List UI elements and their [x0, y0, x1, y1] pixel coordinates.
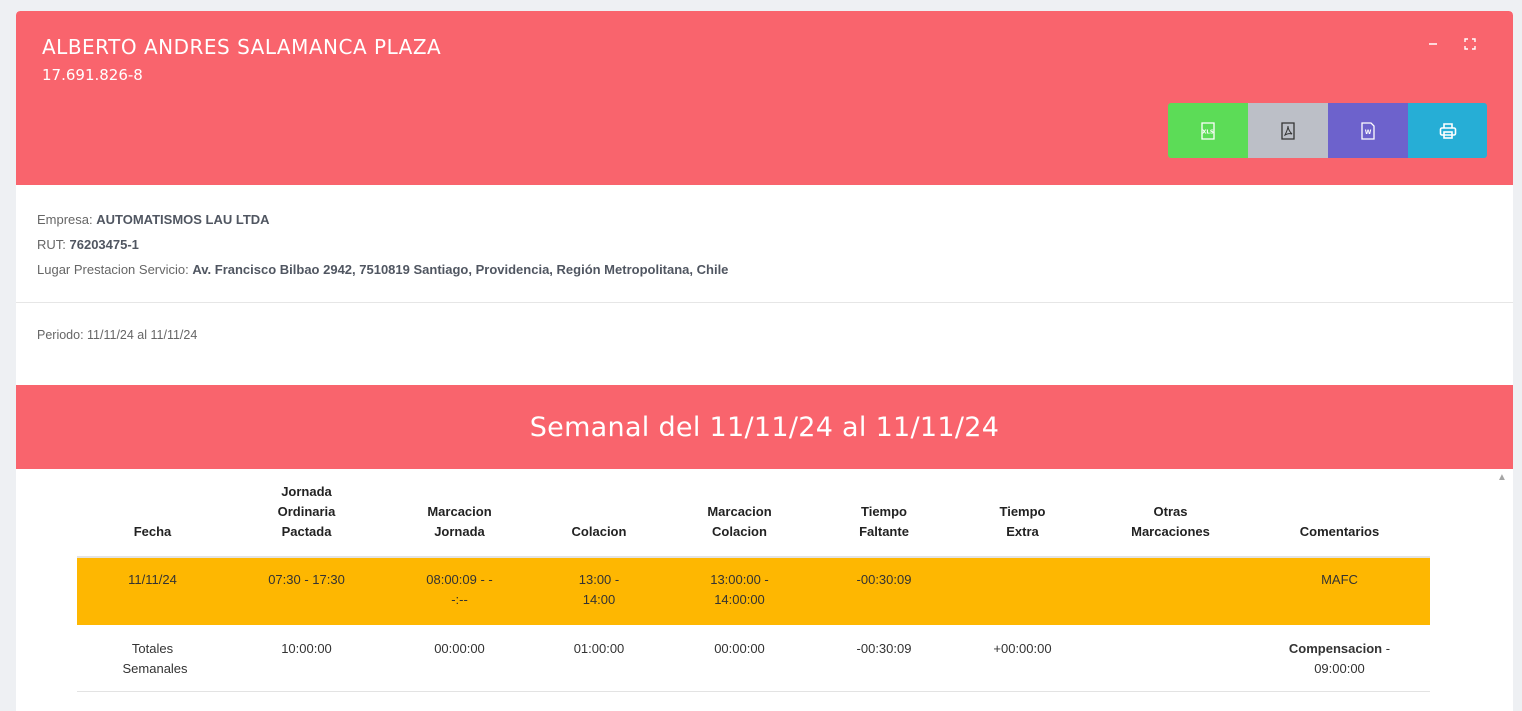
- rut-value: 76203475-1: [69, 237, 139, 252]
- minimize-icon[interactable]: [1425, 37, 1441, 53]
- col-header-marcacion-jornada: Marcacion Jornada: [385, 475, 534, 558]
- xls-icon: XLS: [1201, 121, 1215, 140]
- periodo-text: Periodo: 11/11/24 al 11/11/24: [37, 328, 198, 342]
- total-marcacion-colacion: 00:00:00: [664, 625, 815, 692]
- export-word-button[interactable]: W: [1328, 103, 1408, 158]
- pdf-icon: [1281, 121, 1295, 140]
- export-xls-button[interactable]: XLS: [1168, 103, 1248, 158]
- total-jornada-pactada: 10:00:00: [228, 625, 385, 692]
- svg-text:W: W: [1365, 129, 1372, 136]
- table-header-row: Fecha Jornada Ordinaria Pactada Marcacio…: [77, 475, 1430, 558]
- week-banner: Semanal del 11/11/24 al 11/11/24: [16, 385, 1513, 469]
- rut-label: RUT:: [37, 237, 70, 252]
- totals-label: Totales Semanales: [77, 625, 228, 692]
- company-info: Empresa: AUTOMATISMOS LAU LTDA RUT: 7620…: [37, 207, 728, 282]
- col-header-fecha: Fecha: [77, 475, 228, 558]
- cell-fecha: 11/11/24: [77, 557, 228, 625]
- total-colacion: 01:00:00: [534, 625, 664, 692]
- attendance-table: Fecha Jornada Ordinaria Pactada Marcacio…: [77, 475, 1430, 692]
- totals-row: Totales Semanales 10:00:00 00:00:00 01:0…: [77, 625, 1430, 692]
- print-icon: [1439, 122, 1456, 139]
- cell-colacion: 13:00 - 14:00: [534, 557, 664, 625]
- section-divider: [16, 302, 1513, 303]
- employee-rut: 17.691.826-8: [42, 66, 143, 84]
- lugar-value: Av. Francisco Bilbao 2942, 7510819 Santi…: [192, 262, 729, 277]
- empresa-value: AUTOMATISMOS LAU LTDA: [96, 212, 270, 227]
- word-icon: W: [1361, 121, 1375, 140]
- fullscreen-icon[interactable]: [1462, 37, 1478, 53]
- cell-marcacion-colacion: 13:00:00 - 14:00:00: [664, 557, 815, 625]
- col-header-marcacion-colacion: Marcacion Colacion: [664, 475, 815, 558]
- cell-marcacion-jornada: 08:00:09 - - -:--: [385, 557, 534, 625]
- total-otras-marcaciones: [1092, 625, 1249, 692]
- col-header-comentarios: Comentarios: [1249, 475, 1430, 558]
- col-header-colacion: Colacion: [534, 475, 664, 558]
- employee-header: ALBERTO ANDRES SALAMANCA PLAZA 17.691.82…: [16, 11, 1513, 185]
- cell-tiempo-extra: [953, 557, 1092, 625]
- total-marcacion-jornada: 00:00:00: [385, 625, 534, 692]
- empresa-line: Empresa: AUTOMATISMOS LAU LTDA: [37, 207, 728, 232]
- week-title: Semanal del 11/11/24 al 11/11/24: [529, 411, 1000, 443]
- col-header-otras-marcaciones: Otras Marcaciones: [1092, 475, 1249, 558]
- total-comentarios: Compensacion - 09:00:00: [1249, 625, 1430, 692]
- export-button-group: XLS W: [1168, 103, 1487, 158]
- col-header-jornada-pactada: Jornada Ordinaria Pactada: [228, 475, 385, 558]
- empresa-label: Empresa:: [37, 212, 97, 227]
- lugar-label: Lugar Prestacion Servicio:: [37, 262, 193, 277]
- total-tiempo-faltante: -00:30:09: [815, 625, 953, 692]
- total-tiempo-extra: +00:00:00: [953, 625, 1092, 692]
- compensacion-label: Compensacion: [1288, 641, 1383, 656]
- scroll-up-arrow-icon[interactable]: ▲: [1496, 472, 1508, 484]
- cell-jornada-pactada: 07:30 - 17:30: [228, 557, 385, 625]
- rut-line: RUT: 76203475-1: [37, 232, 728, 257]
- cell-tiempo-faltante: -00:30:09: [815, 557, 953, 625]
- attendance-card: ALBERTO ANDRES SALAMANCA PLAZA 17.691.82…: [16, 11, 1513, 711]
- col-header-tiempo-extra: Tiempo Extra: [953, 475, 1092, 558]
- col-header-tiempo-faltante: Tiempo Faltante: [815, 475, 953, 558]
- export-pdf-button[interactable]: [1248, 103, 1328, 158]
- print-button[interactable]: [1408, 103, 1487, 158]
- cell-comentarios: MAFC: [1249, 557, 1430, 625]
- employee-name: ALBERTO ANDRES SALAMANCA PLAZA: [42, 35, 442, 59]
- table-row[interactable]: 11/11/24 07:30 - 17:30 08:00:09 - - -:--…: [77, 557, 1430, 625]
- lugar-line: Lugar Prestacion Servicio: Av. Francisco…: [37, 257, 728, 282]
- svg-text:XLS: XLS: [1202, 129, 1214, 135]
- cell-otras-marcaciones: [1092, 557, 1249, 625]
